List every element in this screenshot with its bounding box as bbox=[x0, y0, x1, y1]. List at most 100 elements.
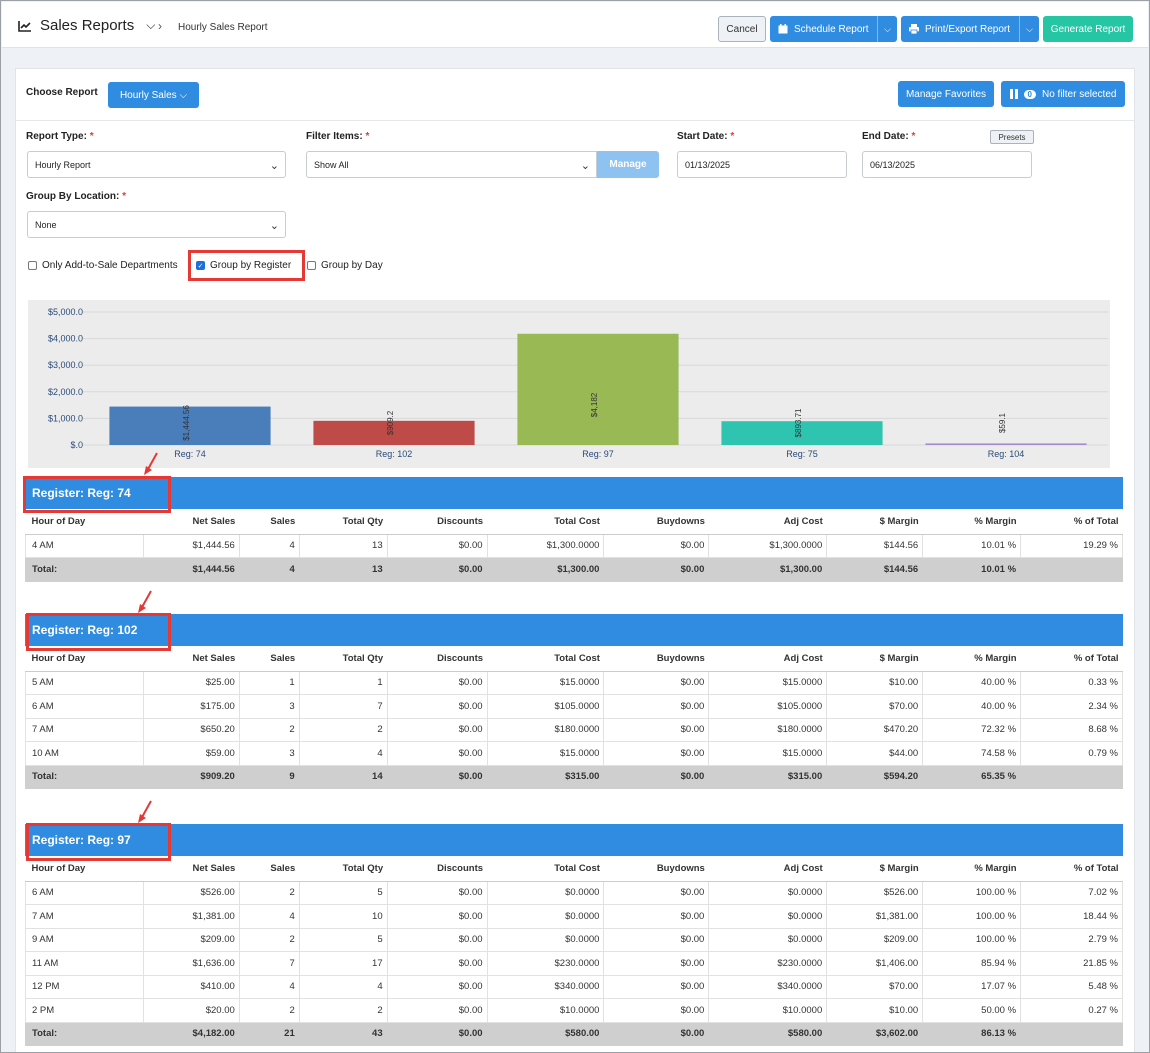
bar[interactable] bbox=[517, 333, 679, 445]
table-cell: $0.00 bbox=[603, 974, 710, 999]
table-cell: $59.00 bbox=[142, 741, 240, 766]
generate-report-button[interactable]: Generate Report bbox=[1043, 16, 1133, 42]
filter-icon bbox=[1009, 89, 1018, 99]
line-chart-icon bbox=[18, 20, 31, 32]
column-header[interactable]: Total Qty bbox=[299, 509, 388, 535]
table-row: 12 PM $410.00 4 4 $0.00 $340.0000 $0.00 $340.00… bbox=[25, 974, 1123, 999]
column-header[interactable]: Buydowns bbox=[603, 646, 709, 672]
table-cell: $10.00 bbox=[826, 670, 924, 695]
schedule-dropdown-toggle[interactable]: ⌵ bbox=[877, 16, 897, 42]
table-cell: 4 bbox=[298, 974, 388, 999]
column-header[interactable]: $ Margin bbox=[826, 646, 923, 672]
column-header[interactable]: Adj Cost bbox=[708, 646, 827, 672]
register-section: Register: Reg: 74 Hour of Day Net Sales Sal… bbox=[25, 477, 1123, 582]
table-cell: $0.00 bbox=[603, 670, 710, 695]
group-by-location-label: Group By Location: * bbox=[26, 191, 126, 202]
table-cell: $175.00 bbox=[142, 694, 240, 719]
column-header[interactable]: Buydowns bbox=[603, 856, 709, 882]
column-header[interactable]: % Margin bbox=[922, 856, 1021, 882]
table-cell: $144.56 bbox=[826, 557, 924, 582]
only-add-to-sale-label: Only Add-to-Sale Departments bbox=[42, 260, 178, 271]
column-header[interactable]: Total Cost bbox=[487, 856, 604, 882]
bar-data-label: $59.1 bbox=[998, 412, 1007, 433]
bar[interactable] bbox=[925, 443, 1087, 445]
table-cell: $0.00 bbox=[603, 880, 710, 905]
app-title-menu[interactable]: Sales Reports ⌵ bbox=[18, 17, 155, 34]
column-header[interactable]: % Margin bbox=[922, 646, 1021, 672]
column-header[interactable]: % of Total bbox=[1020, 856, 1123, 882]
column-header[interactable]: Discounts bbox=[387, 646, 488, 672]
filter-button[interactable]: 0 No filter selected bbox=[1001, 81, 1125, 107]
only-add-to-sale-checkbox[interactable]: Only Add-to-Sale Departments bbox=[28, 260, 178, 271]
table-cell: 2 bbox=[238, 717, 300, 742]
column-header[interactable]: Adj Cost bbox=[708, 856, 827, 882]
section-header: Register: Reg: 74 bbox=[25, 477, 1123, 509]
table-cell: 50.00 % bbox=[922, 998, 1022, 1023]
column-header[interactable]: Total Qty bbox=[299, 646, 388, 672]
breadcrumb: Hourly Sales Report bbox=[178, 22, 268, 33]
table-cell: $0.00 bbox=[386, 974, 488, 999]
table-row: 7 AM $650.20 2 2 $0.00 $180.0000 $0.00 $180.000… bbox=[25, 717, 1123, 742]
x-category-label: Reg: 97 bbox=[582, 449, 614, 459]
column-header[interactable]: % of Total bbox=[1020, 509, 1123, 535]
column-header[interactable]: % of Total bbox=[1020, 646, 1123, 672]
presets-button[interactable]: Presets bbox=[990, 130, 1034, 144]
group-by-location-select[interactable]: None ⌄ bbox=[27, 211, 286, 238]
checkbox-box[interactable] bbox=[307, 261, 316, 270]
bar-data-label: $4,182 bbox=[590, 392, 599, 417]
print-export-dropdown-toggle[interactable]: ⌵ bbox=[1019, 16, 1039, 42]
column-header[interactable]: Total Cost bbox=[487, 646, 604, 672]
report-type-label: Report Type: * bbox=[26, 131, 94, 142]
column-header[interactable]: Sales bbox=[239, 856, 300, 882]
cancel-button[interactable]: Cancel bbox=[718, 16, 766, 42]
x-category-label: Reg: 75 bbox=[786, 449, 818, 459]
column-header[interactable]: Total Cost bbox=[487, 509, 604, 535]
table-cell: 100.00 % bbox=[922, 927, 1022, 952]
table-cell: $594.20 bbox=[826, 764, 924, 789]
table-cell: $909.20 bbox=[142, 764, 240, 789]
group-by-day-checkbox[interactable]: Group by Day bbox=[307, 260, 383, 271]
column-header[interactable]: Total Qty bbox=[299, 856, 388, 882]
table-cell: $580.00 bbox=[486, 1021, 605, 1046]
column-header[interactable]: $ Margin bbox=[826, 856, 923, 882]
print-export-button[interactable]: Print/Export Report ⌵ bbox=[901, 16, 1039, 42]
table-cell: $0.00 bbox=[386, 764, 488, 789]
column-header[interactable]: Adj Cost bbox=[708, 509, 827, 535]
table-header-row: Hour of Day Net Sales Sales Total Qty Discou… bbox=[25, 509, 1123, 535]
column-header[interactable]: Discounts bbox=[387, 856, 488, 882]
choose-report-dropdown[interactable]: Hourly Sales ⌵ bbox=[108, 82, 199, 108]
checkbox-box[interactable] bbox=[28, 261, 37, 270]
group-by-location-value: None bbox=[35, 219, 57, 230]
app-window: Sales Reports ⌵ › Hourly Sales Report Ca… bbox=[0, 0, 1150, 1053]
column-header[interactable]: % Margin bbox=[922, 509, 1021, 535]
top-bar: Sales Reports ⌵ › Hourly Sales Report Ca… bbox=[2, 2, 1148, 48]
column-header[interactable]: Discounts bbox=[387, 509, 488, 535]
table-cell: 3 bbox=[238, 741, 300, 766]
printer-icon bbox=[909, 24, 919, 34]
column-header[interactable]: Buydowns bbox=[603, 509, 709, 535]
table-cell: $3,602.00 bbox=[826, 1021, 924, 1046]
end-date-input[interactable]: 06/13/2025 bbox=[862, 151, 1032, 178]
sales-bar-chart: $.0 $1,000.0 $2,000.0 $3,000.0 $4,000.0 $5,00… bbox=[28, 300, 1110, 468]
table-cell: $20.00 bbox=[142, 998, 240, 1023]
table-cell: $180.0000 bbox=[486, 717, 605, 742]
chevron-down-icon: ⌄ bbox=[580, 160, 590, 172]
column-header[interactable]: Sales bbox=[239, 646, 300, 672]
column-header[interactable]: Sales bbox=[239, 509, 300, 535]
table-cell: $0.00 bbox=[386, 717, 488, 742]
table-cell: $0.00 bbox=[386, 951, 488, 976]
end-date-label: End Date: * bbox=[862, 131, 915, 142]
table-row: 11 AM $1,636.00 7 17 $0.00 $230.0000 $0.00 $230… bbox=[25, 951, 1123, 976]
start-date-input[interactable]: 01/13/2025 bbox=[677, 151, 847, 178]
table-cell: $15.0000 bbox=[708, 741, 828, 766]
column-header[interactable]: $ Margin bbox=[826, 509, 923, 535]
table-cell: $0.00 bbox=[386, 880, 488, 905]
filter-items-select[interactable]: Show All ⌄ bbox=[306, 151, 597, 178]
manage-favorites-button[interactable]: Manage Favorites bbox=[898, 81, 994, 107]
report-type-select[interactable]: Hourly Report ⌄ bbox=[27, 151, 286, 178]
manage-button[interactable]: Manage bbox=[597, 151, 659, 178]
table-cell: 5 bbox=[298, 880, 388, 905]
schedule-report-button[interactable]: Schedule Report ⌵ bbox=[770, 16, 897, 42]
table-cell: 8.68 % bbox=[1020, 717, 1123, 742]
table-cell: $105.0000 bbox=[486, 694, 605, 719]
